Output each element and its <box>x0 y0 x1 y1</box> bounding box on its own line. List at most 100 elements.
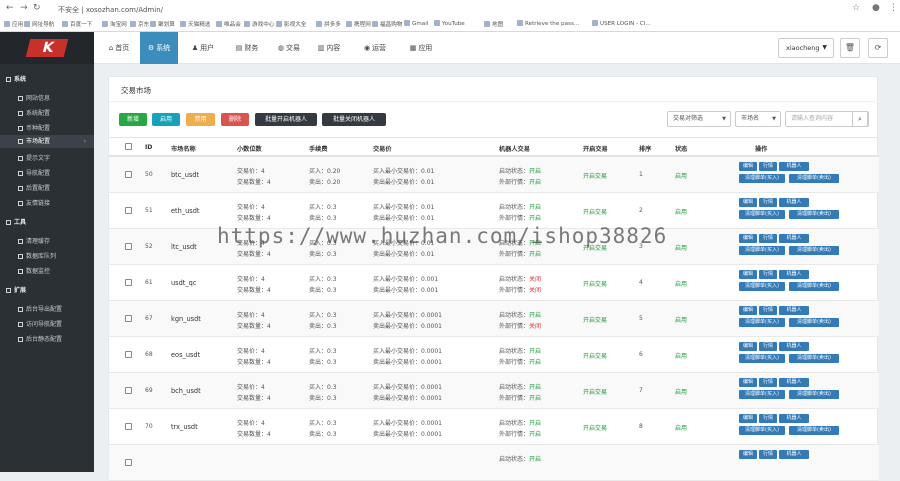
bookmark-item[interactable]: 福昌购物 <box>372 20 402 28</box>
op-button[interactable]: 行情 <box>759 450 777 459</box>
bookmark-item[interactable]: 拼多多 <box>316 20 341 28</box>
op-button[interactable]: 清理脚单(卖出) <box>789 210 839 219</box>
op-button[interactable]: 机器人 <box>779 270 809 279</box>
market-select[interactable]: 市场名 ▼ <box>735 111 781 127</box>
tab-6[interactable]: ◉ 运营 <box>354 32 396 64</box>
op-button[interactable]: 清理脚单(买入) <box>739 390 785 399</box>
op-button[interactable]: 编辑 <box>739 342 757 351</box>
op-button[interactable]: 行情 <box>759 378 777 387</box>
action-button[interactable]: 批量开启机器人 <box>255 113 317 126</box>
action-button[interactable]: 批量关闭机器人 <box>322 113 386 126</box>
tab-2[interactable]: ♟ 用户 <box>184 32 222 64</box>
sidebar-item[interactable]: 清理缓存 <box>18 236 50 245</box>
bookmark-item[interactable]: 京东 <box>130 20 149 28</box>
sidebar-item[interactable]: 后台静态配置 <box>18 334 62 343</box>
trash-icon[interactable]: 🗑 <box>840 38 860 58</box>
tab-5[interactable]: ▥ 内容 <box>312 32 346 64</box>
op-button[interactable]: 清理脚单(买入) <box>739 426 785 435</box>
tab-1[interactable]: ⚙ 系统 <box>140 32 178 64</box>
bookmark-item[interactable]: 携程网 <box>346 20 371 28</box>
op-button[interactable]: 清理脚单(买入) <box>739 174 785 183</box>
bookmark-item[interactable]: 地图 <box>484 20 503 28</box>
row-checkbox[interactable] <box>125 459 132 466</box>
sidebar-item[interactable]: 币种配置 <box>18 123 50 132</box>
op-button[interactable]: 编辑 <box>739 414 757 423</box>
row-checkbox[interactable] <box>125 171 132 178</box>
row-checkbox[interactable] <box>125 423 132 430</box>
sidebar-section[interactable]: 工具 <box>6 217 26 226</box>
bookmark-item[interactable]: 应用 <box>4 20 23 28</box>
op-button[interactable]: 行情 <box>759 234 777 243</box>
op-button[interactable]: 行情 <box>759 414 777 423</box>
filter-select[interactable]: 交易对筛选 ▼ <box>667 111 731 127</box>
row-checkbox[interactable] <box>125 387 132 394</box>
op-button[interactable]: 清理脚单(买入) <box>739 246 785 255</box>
op-button[interactable]: 清理脚单(卖出) <box>789 354 839 363</box>
op-button[interactable]: 行情 <box>759 198 777 207</box>
op-button[interactable]: 行情 <box>759 306 777 315</box>
bookmark-item[interactable]: Retrieve the pass... <box>517 20 579 27</box>
row-checkbox[interactable] <box>125 315 132 322</box>
op-button[interactable]: 编辑 <box>739 450 757 459</box>
op-button[interactable]: 行情 <box>759 162 777 171</box>
sidebar-item[interactable]: 提示文字 <box>18 153 50 162</box>
search-icon[interactable]: ⌕ <box>852 111 868 127</box>
op-button[interactable]: 清理脚单(卖出) <box>789 174 839 183</box>
select-all-checkbox[interactable] <box>125 143 132 150</box>
back-icon[interactable]: ← <box>6 3 14 13</box>
op-button[interactable]: 清理脚单(卖出) <box>789 390 839 399</box>
refresh-icon[interactable]: ⟳ <box>868 38 888 58</box>
op-button[interactable]: 行情 <box>759 342 777 351</box>
bookmark-item[interactable]: YouTube <box>434 20 465 27</box>
bookmark-item[interactable]: 影视大全 <box>276 20 306 28</box>
op-button[interactable]: 机器人 <box>779 306 809 315</box>
op-button[interactable]: 编辑 <box>739 306 757 315</box>
bookmark-item[interactable]: 淘宝网 <box>102 20 127 28</box>
action-button[interactable]: 启用 <box>152 113 180 126</box>
op-button[interactable]: 编辑 <box>739 198 757 207</box>
op-button[interactable]: 机器人 <box>779 162 809 171</box>
row-checkbox[interactable] <box>125 243 132 250</box>
sidebar-item[interactable]: 市场配置 › <box>0 135 94 148</box>
op-button[interactable]: 机器人 <box>779 342 809 351</box>
bookmark-item[interactable]: 天猫精选 <box>180 20 210 28</box>
tab-0[interactable]: ⌂ 首页 <box>102 32 136 64</box>
profile-icon[interactable]: ● <box>872 3 880 13</box>
action-button[interactable]: 禁用 <box>186 113 215 126</box>
op-button[interactable]: 机器人 <box>779 414 809 423</box>
sidebar-item[interactable]: 系统配置 <box>18 108 50 117</box>
forward-icon[interactable]: → <box>20 3 28 13</box>
sidebar-item[interactable]: 导航配置 <box>18 168 50 177</box>
bookmark-item[interactable]: 唯品会 <box>216 20 241 28</box>
user-dropdown[interactable]: xiaocheng ▼ <box>778 38 834 58</box>
row-checkbox[interactable] <box>125 279 132 286</box>
op-button[interactable]: 机器人 <box>779 234 809 243</box>
op-button[interactable]: 机器人 <box>779 450 809 459</box>
sidebar-item[interactable]: 后置配置 <box>18 183 50 192</box>
sidebar-item[interactable]: 访问导航配置 <box>18 319 62 328</box>
op-button[interactable]: 编辑 <box>739 234 757 243</box>
sidebar-section[interactable]: 扩展 <box>6 285 26 294</box>
op-button[interactable]: 清理脚单(买入) <box>739 210 785 219</box>
op-button[interactable]: 行情 <box>759 270 777 279</box>
op-button[interactable]: 清理脚单(卖出) <box>789 318 839 327</box>
sidebar-item[interactable]: 数据监控 <box>18 266 50 275</box>
op-button[interactable]: 清理脚单(买入) <box>739 318 785 327</box>
op-button[interactable]: 清理脚单(卖出) <box>789 426 839 435</box>
op-button[interactable]: 编辑 <box>739 378 757 387</box>
tab-3[interactable]: ▤ 财务 <box>230 32 264 64</box>
tab-7[interactable]: ▦ 应用 <box>404 32 438 64</box>
op-button[interactable]: 机器人 <box>779 378 809 387</box>
op-button[interactable]: 清理脚单(买入) <box>739 282 785 291</box>
bookmark-item[interactable]: 游戏中心 <box>244 20 274 28</box>
reload-icon[interactable]: ↻ <box>33 3 41 13</box>
tab-4[interactable]: ◍ 交易 <box>272 32 306 64</box>
row-checkbox[interactable] <box>125 207 132 214</box>
op-button[interactable]: 清理脚单(卖出) <box>789 282 839 291</box>
sidebar-section[interactable]: 系统 <box>6 74 26 83</box>
action-button[interactable]: 新增 <box>119 113 147 126</box>
op-button[interactable]: 机器人 <box>779 198 809 207</box>
bookmark-item[interactable]: 聚划算 <box>150 20 175 28</box>
sidebar-item[interactable]: 网站信息 <box>18 93 50 102</box>
bookmark-item[interactable]: Gmail <box>404 20 428 27</box>
